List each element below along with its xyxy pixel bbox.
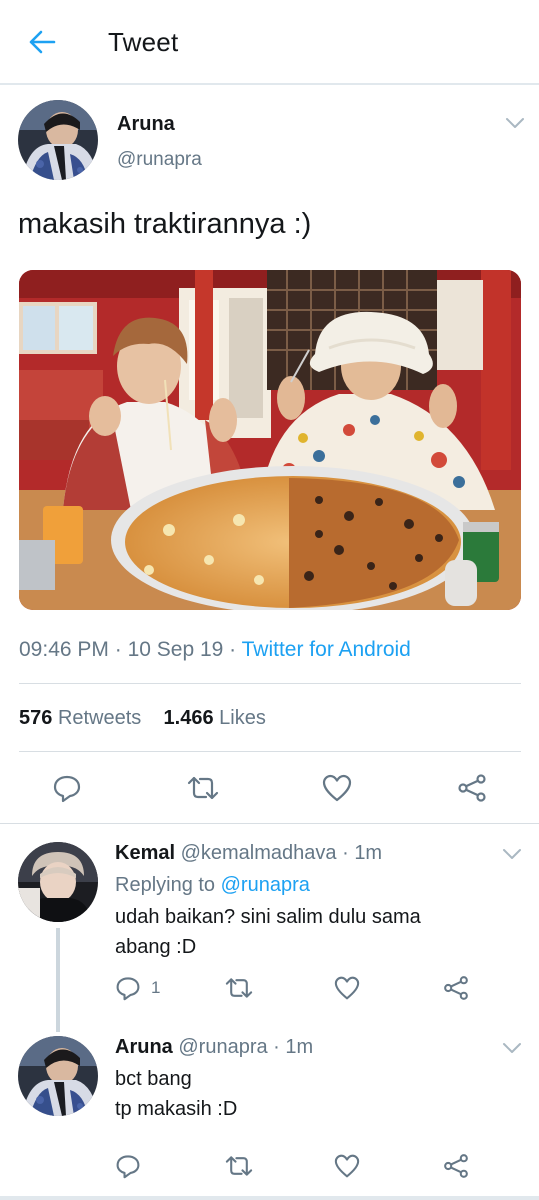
reply-icon xyxy=(116,977,140,1001)
like-button[interactable] xyxy=(334,1152,360,1180)
page-title: Tweet xyxy=(108,27,179,57)
retweet-count[interactable]: 576 xyxy=(19,707,52,729)
reply-author-name[interactable]: Aruna xyxy=(115,1036,173,1058)
reply-icon xyxy=(116,1155,140,1179)
divider xyxy=(19,683,521,684)
replying-to: Replying to @runapra xyxy=(115,874,310,897)
replying-to-label: Replying to xyxy=(115,874,216,896)
author-handle[interactable]: @runapra xyxy=(117,149,202,171)
tweet-photo[interactable] xyxy=(19,270,521,610)
likes-label[interactable]: Likes xyxy=(219,707,266,729)
top-bar: Tweet xyxy=(0,0,539,85)
reply-button[interactable] xyxy=(50,771,84,805)
reply-text-line: udah baikan? sini salim dulu sama xyxy=(115,906,421,928)
avatar[interactable] xyxy=(18,1036,98,1116)
avatar[interactable] xyxy=(18,842,98,922)
retweet-icon xyxy=(187,776,219,800)
divider xyxy=(0,823,539,824)
reply-age: 1m xyxy=(285,1036,314,1058)
reply-text-line: tp makasih :D xyxy=(115,1098,238,1120)
retweet-icon xyxy=(225,978,253,998)
tweet-source-link[interactable]: Twitter for Android xyxy=(242,638,411,661)
reply-icon xyxy=(53,775,81,803)
avatar[interactable] xyxy=(18,100,98,180)
tweet-actions xyxy=(0,771,539,805)
reply-author-handle[interactable]: @runapra xyxy=(178,1036,267,1058)
reply-text-line: abang :D xyxy=(115,936,197,958)
share-icon xyxy=(458,774,486,802)
tweet-stats: 576 Retweets 1.466 Likes xyxy=(19,707,266,730)
reply-button[interactable]: 1 xyxy=(115,974,160,1002)
bottom-border xyxy=(0,1196,539,1200)
retweets-label[interactable]: Retweets xyxy=(58,707,141,729)
share-button[interactable] xyxy=(443,1152,469,1180)
retweet-icon xyxy=(225,1156,253,1176)
reply-actions: 1 xyxy=(0,974,539,1002)
reply-button[interactable] xyxy=(115,1152,141,1180)
share-button[interactable] xyxy=(455,771,489,805)
divider xyxy=(19,751,521,752)
tweet-meta: 09:46 PM · 10 Sep 19 · Twitter for Andro… xyxy=(19,638,411,661)
reply-actions xyxy=(0,1152,539,1180)
tweet-date: 10 Sep 19 xyxy=(127,638,224,661)
reply-author-name[interactable]: Kemal xyxy=(115,842,175,864)
like-icon xyxy=(334,976,360,1000)
reply-author-handle[interactable]: @kemalmadhava xyxy=(181,842,337,864)
share-button[interactable] xyxy=(443,974,469,1002)
chevron-down-icon[interactable] xyxy=(502,1042,522,1054)
tweet-time: 09:46 PM xyxy=(19,638,109,661)
retweet-button[interactable] xyxy=(224,1152,254,1180)
reply-header: Kemal @kemalmadhava · 1m xyxy=(115,842,383,864)
chevron-down-icon[interactable] xyxy=(502,848,522,860)
like-icon xyxy=(334,1154,360,1178)
like-button[interactable] xyxy=(320,771,354,805)
reply-age: 1m xyxy=(354,842,383,864)
share-icon xyxy=(444,1154,468,1178)
back-button[interactable] xyxy=(22,24,62,60)
retweet-button[interactable] xyxy=(186,771,220,805)
back-arrow-icon xyxy=(29,30,56,54)
reply-count: 1 xyxy=(151,978,161,997)
author-name[interactable]: Aruna xyxy=(117,113,175,136)
like-button[interactable] xyxy=(334,974,360,1002)
reply-header: Aruna @runapra · 1m xyxy=(115,1036,314,1058)
like-count[interactable]: 1.466 xyxy=(164,707,214,729)
chevron-down-icon[interactable] xyxy=(505,117,525,129)
tweet-text: makasih traktirannya :) xyxy=(18,208,312,240)
reply-text-line: bct bang xyxy=(115,1068,192,1090)
share-icon xyxy=(444,976,468,1000)
mention-link[interactable]: @runapra xyxy=(221,874,310,896)
like-icon xyxy=(322,774,352,802)
retweet-button[interactable] xyxy=(224,974,254,1002)
